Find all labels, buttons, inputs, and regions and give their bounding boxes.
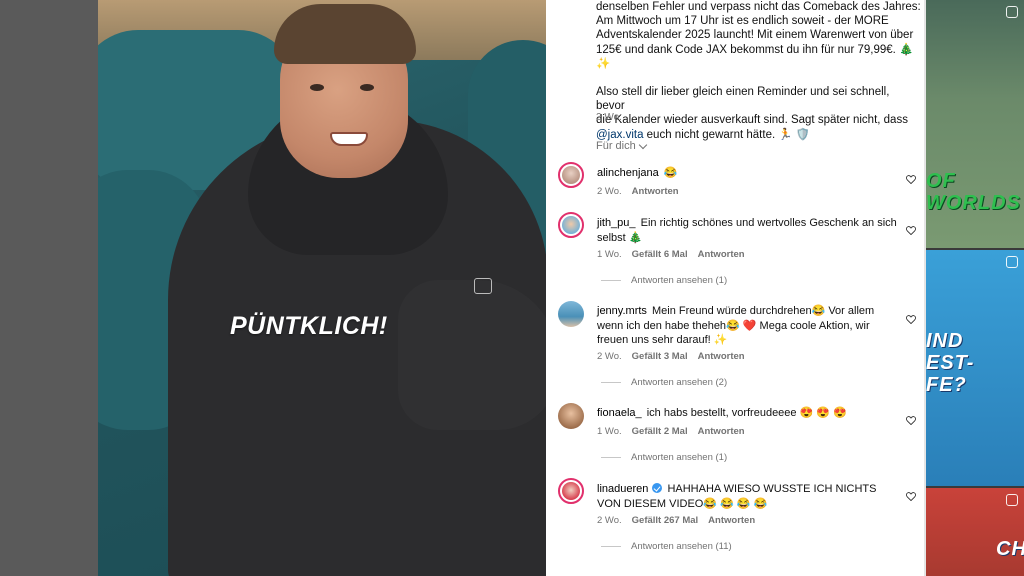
- like-heart-icon[interactable]: [906, 311, 916, 325]
- reel-icon: [1006, 494, 1018, 506]
- post-caption-line: die Kalender wieder ausverkauft sind. Sa…: [596, 114, 908, 127]
- reel-icon: [1006, 256, 1018, 268]
- comment-username[interactable]: fionaela_: [597, 407, 642, 419]
- reply-button[interactable]: Antworten: [698, 249, 745, 260]
- grid-tile[interactable]: CH: [926, 488, 1024, 576]
- comment-sort-label: Für dich: [596, 140, 636, 152]
- person-eye: [360, 84, 374, 91]
- hoodie-logo: [474, 278, 492, 294]
- person-mouth: [330, 132, 368, 146]
- comment-username[interactable]: jith_pu_: [597, 217, 636, 229]
- post-age: 2 Wo.: [596, 112, 622, 123]
- replies-divider: [601, 280, 621, 281]
- likes-count[interactable]: Gefällt 2 Mal: [632, 426, 688, 437]
- view-replies-label: Antworten ansehen (11): [631, 541, 732, 552]
- post-caption-line: Adventskalender 2025 launcht! Mit einem …: [596, 29, 914, 42]
- reel-icon: [1006, 6, 1018, 18]
- view-replies-label: Antworten ansehen (1): [631, 452, 728, 463]
- like-heart-icon[interactable]: [906, 488, 916, 502]
- reply-button[interactable]: Antworten: [698, 426, 745, 437]
- chevron-down-icon: [638, 140, 647, 149]
- comment-text: alinchenjana 😂: [597, 166, 897, 181]
- comment-username[interactable]: linadueren: [597, 483, 648, 495]
- view-replies-button[interactable]: Antworten ansehen (11): [601, 541, 732, 552]
- comment-content: Ein richtig schönes und wertvolles Gesch…: [597, 217, 897, 244]
- comments-scrollbar[interactable]: [924, 0, 926, 576]
- mention-link[interactable]: @jax.vita: [596, 129, 643, 141]
- grid-tile-text: CH: [996, 538, 1024, 560]
- comment-meta: 1 Wo. Gefällt 2 Mal Antworten: [597, 426, 745, 437]
- avatar[interactable]: [558, 478, 584, 504]
- comment-age: 2 Wo.: [597, 186, 622, 197]
- comment-age: 1 Wo.: [597, 249, 622, 260]
- replies-divider: [601, 457, 621, 458]
- comment-text: jenny.mrts Mein Freund würde durchdrehen…: [597, 304, 897, 348]
- reply-button[interactable]: Antworten: [708, 515, 755, 526]
- post-caption-line: Am Mittwoch um 17 Uhr ist es endlich sow…: [596, 15, 889, 28]
- avatar[interactable]: [558, 301, 584, 327]
- person-arm: [398, 280, 546, 430]
- like-heart-icon[interactable]: [906, 171, 916, 185]
- verified-badge-icon: [652, 483, 663, 493]
- person-eye: [310, 84, 324, 91]
- post-caption-line: Also stell dir lieber gleich einen Remin…: [596, 86, 890, 113]
- reply-button[interactable]: Antworten: [632, 186, 679, 197]
- grid-tile[interactable]: IND EST- FE?: [926, 250, 1024, 486]
- replies-divider: [601, 382, 621, 383]
- view-replies-button[interactable]: Antworten ansehen (1): [601, 452, 727, 463]
- like-heart-icon[interactable]: [906, 222, 916, 236]
- avatar[interactable]: [558, 403, 584, 429]
- view-replies-label: Antworten ansehen (1): [631, 275, 728, 286]
- post-caption-line: 125€ und dank Code JAX bekommst du ihn f…: [596, 43, 914, 70]
- comment-meta: 2 Wo. Gefällt 267 Mal Antworten: [597, 515, 755, 526]
- replies-divider: [601, 546, 621, 547]
- backdrop-left[interactable]: [0, 0, 98, 576]
- video-caption: PÜNTKLICH!: [230, 312, 388, 340]
- comment-content: 😂: [663, 167, 678, 179]
- person-hair: [274, 4, 416, 64]
- likes-count[interactable]: Gefällt 267 Mal: [632, 515, 699, 526]
- post-caption: denselben Fehler und verpass nicht das C…: [596, 0, 921, 142]
- post-caption-line: denselben Fehler und verpass nicht das C…: [596, 1, 921, 13]
- comment-meta: 2 Wo. Gefällt 3 Mal Antworten: [597, 351, 745, 362]
- view-replies-button[interactable]: Antworten ansehen (1): [601, 275, 727, 286]
- comment-text: linadueren HAHHAHA WIESO WUSSTE ICH NICH…: [597, 482, 897, 511]
- like-heart-icon[interactable]: [906, 412, 916, 426]
- comment-text: jith_pu_ Ein richtig schönes und wertvol…: [597, 216, 897, 245]
- comment-meta: 2 Wo. Antworten: [597, 186, 679, 197]
- reel-video[interactable]: PÜNTKLICH!: [98, 0, 546, 576]
- comment-age: 2 Wo.: [597, 515, 622, 526]
- comment-meta: 1 Wo. Gefällt 6 Mal Antworten: [597, 249, 745, 260]
- avatar[interactable]: [558, 212, 584, 238]
- view-replies-button[interactable]: Antworten ansehen (2): [601, 377, 727, 388]
- comment-content: ich habs bestellt, vorfreudeeee 😍 😍 😍: [646, 407, 847, 419]
- profile-grid: OF WORLDS IND EST- FE? CH: [926, 0, 1024, 576]
- avatar[interactable]: [558, 162, 584, 188]
- post-caption-tail: euch nicht gewarnt hätte. 🏃 🛡️: [643, 128, 811, 141]
- comment-username[interactable]: alinchenjana: [597, 167, 659, 179]
- grid-tile-text: OF WORLDS: [926, 170, 1021, 214]
- comments-panel[interactable]: denselben Fehler und verpass nicht das C…: [546, 0, 926, 576]
- comment-age: 1 Wo.: [597, 426, 622, 437]
- comment-age: 2 Wo.: [597, 351, 622, 362]
- likes-count[interactable]: Gefällt 6 Mal: [632, 249, 688, 260]
- grid-tile-text: IND EST- FE?: [926, 330, 975, 396]
- comment-text: fionaela_ ich habs bestellt, vorfreudeee…: [597, 406, 897, 421]
- grid-tile[interactable]: OF WORLDS: [926, 0, 1024, 248]
- likes-count[interactable]: Gefällt 3 Mal: [632, 351, 688, 362]
- comment-sort-dropdown[interactable]: Für dich: [596, 140, 647, 152]
- reply-button[interactable]: Antworten: [698, 351, 745, 362]
- view-replies-label: Antworten ansehen (2): [631, 377, 728, 388]
- comment-username[interactable]: jenny.mrts: [597, 305, 647, 317]
